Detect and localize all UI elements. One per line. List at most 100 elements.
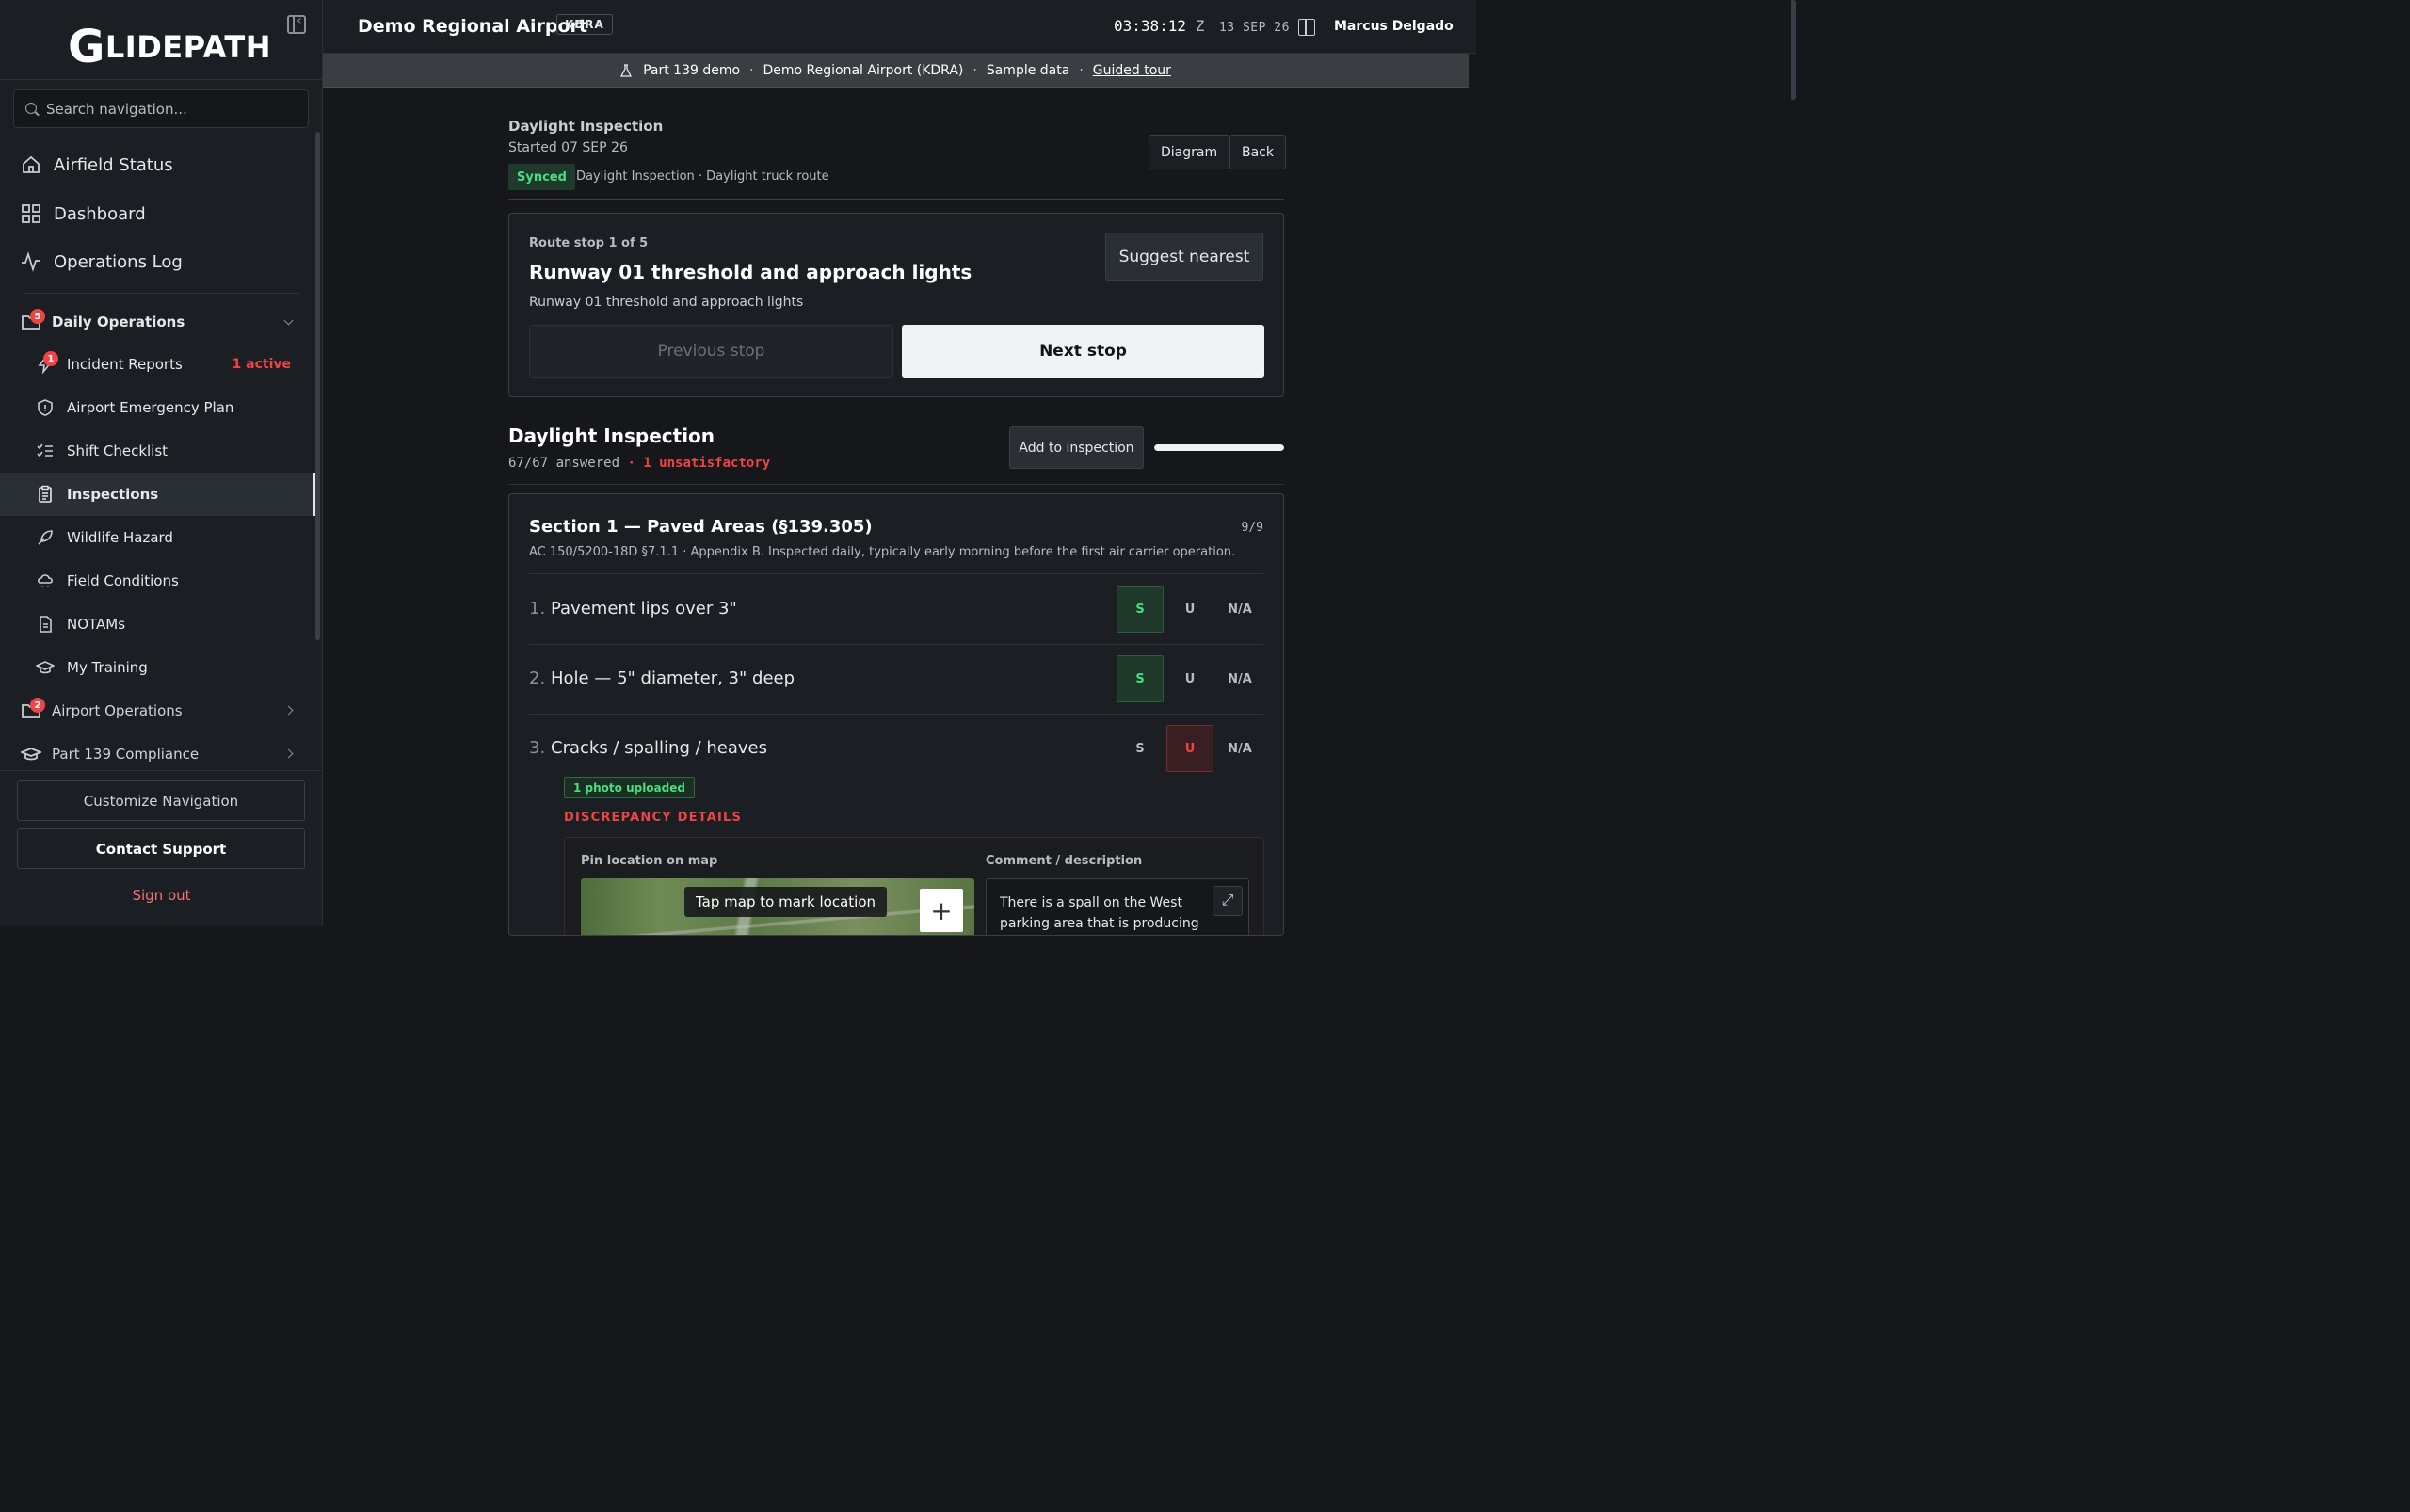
- panel-toggle-icon[interactable]: [1298, 19, 1315, 36]
- sidebar-item-field-conditions[interactable]: Field Conditions: [0, 559, 315, 603]
- route-stop-description: Runway 01 threshold and approach lights: [529, 295, 804, 310]
- main-content: Daylight Inspection Started 07 SEP 26 Sy…: [508, 88, 1286, 936]
- notification-badge: 1: [43, 351, 58, 366]
- collapse-sidebar-icon[interactable]: [287, 13, 306, 34]
- route-stop-card: Route stop 1 of 5 Runway 01 threshold an…: [508, 213, 1284, 397]
- checklist-item: 1. Pavement lips over 3" S U N/A: [529, 574, 1263, 644]
- checklist-stats: 67/67 answered · 1 unsatisfactory: [508, 456, 771, 471]
- utc-clock: 03:38:12 Z 13 SEP 26: [1114, 17, 1290, 35]
- answer-s-button[interactable]: S: [1117, 586, 1164, 633]
- clipboard-icon: [39, 485, 52, 503]
- glidepath-logo[interactable]: GLIDEPATH: [68, 21, 271, 73]
- nav-divider: [23, 293, 299, 294]
- checklist-title: Daylight Inspection: [508, 425, 715, 447]
- sidebar-item-label: My Training: [67, 659, 148, 676]
- notification-badge: 2: [30, 698, 45, 713]
- comment-textarea[interactable]: There is a spall on the West parking are…: [986, 878, 1249, 935]
- previous-stop-button[interactable]: Previous stop: [529, 325, 893, 378]
- sidebar-item-label: Incident Reports: [67, 356, 183, 373]
- back-button[interactable]: Back: [1229, 135, 1286, 169]
- user-name[interactable]: Marcus Delgado: [1334, 19, 1454, 34]
- sidebar-item-notams[interactable]: NOTAMs: [0, 603, 315, 646]
- nav-group-airport-operations[interactable]: 2 Airport Operations: [21, 694, 303, 728]
- nav-label: Dashboard: [54, 203, 146, 224]
- nav-group-part-139-compliance[interactable]: Part 139 Compliance: [21, 737, 303, 770]
- nav-dashboard[interactable]: Dashboard: [21, 195, 303, 233]
- clock-time: 03:38:12: [1114, 17, 1187, 35]
- guided-tour-link[interactable]: Guided tour: [1093, 63, 1171, 78]
- notification-badge: 5: [30, 309, 45, 324]
- answer-s-button[interactable]: S: [1117, 655, 1164, 702]
- customize-navigation-button[interactable]: Customize Navigation: [17, 780, 305, 821]
- route-stop-label: Route stop 1 of 5: [529, 236, 649, 250]
- answer-u-button[interactable]: U: [1166, 586, 1213, 633]
- document-icon: [40, 616, 52, 633]
- demo-banner: Part 139 demo · Demo Regional Airport (K…: [323, 54, 1469, 88]
- checklist-item: 3. Cracks / spalling / heaves S U N/A: [529, 714, 1263, 783]
- sidebar-item-label: Airport Emergency Plan: [67, 399, 234, 416]
- item-text: Pavement lips over 3": [551, 599, 737, 619]
- group-label: Airport Operations: [52, 702, 183, 719]
- expand-icon[interactable]: ⤢: [1213, 886, 1243, 916]
- comment-label: Comment / description: [986, 854, 1143, 868]
- item-text: Hole — 5" diameter, 3" deep: [551, 668, 795, 688]
- answer-na-button[interactable]: N/A: [1216, 655, 1263, 702]
- answer-na-button[interactable]: N/A: [1216, 725, 1263, 772]
- page-scrollbar[interactable]: [1791, 0, 1796, 100]
- clock-zone: Z: [1195, 17, 1205, 35]
- diagram-button[interactable]: Diagram: [1149, 135, 1230, 169]
- sidebar-item-label: Inspections: [67, 486, 159, 503]
- progress-fill: [1154, 444, 1284, 451]
- item-number: 1.: [529, 599, 546, 619]
- discrepancy-panel: Pin location on map Comment / descriptio…: [564, 837, 1264, 935]
- nav-operations-log[interactable]: Operations Log: [21, 243, 303, 281]
- airport-title: Demo Regional Airport: [358, 16, 587, 37]
- item-text: Cracks / spalling / heaves: [551, 738, 768, 758]
- nav-label: Airfield Status: [54, 154, 173, 175]
- answer-s-button[interactable]: S: [1117, 725, 1164, 772]
- map-zoom-in-button[interactable]: +: [920, 889, 963, 932]
- graduation-cap-icon: [21, 748, 41, 761]
- sidebar-item-wildlife-hazard[interactable]: Wildlife Hazard: [0, 516, 315, 559]
- route-stop-name: Runway 01 threshold and approach lights: [529, 261, 972, 283]
- answer-u-button[interactable]: U: [1166, 725, 1213, 772]
- shield-icon: [38, 399, 53, 416]
- nav-scroll-area: Airfield Status Dashboard Operations Log…: [0, 132, 323, 770]
- section-title: Section 1 — Paved Areas (§139.305): [529, 517, 873, 537]
- demo-mode: Part 139 demo: [643, 62, 741, 78]
- add-to-inspection-button[interactable]: Add to inspection: [1009, 426, 1144, 469]
- answered-count: 67/67 answered: [508, 456, 620, 471]
- photo-uploaded-badge[interactable]: 1 photo uploaded: [564, 777, 695, 798]
- sidebar-item-label: Wildlife Hazard: [67, 529, 173, 546]
- sidebar-item-incident-reports[interactable]: 1 Incident Reports 1 active: [0, 343, 315, 386]
- sign-out-link[interactable]: Sign out: [0, 887, 323, 904]
- sidebar-item-inspections[interactable]: Inspections: [0, 473, 315, 516]
- sidebar-item-airport-emergency-plan[interactable]: Airport Emergency Plan: [0, 386, 315, 429]
- search-box[interactable]: [13, 89, 309, 128]
- pin-location-label: Pin location on map: [581, 854, 718, 868]
- checklist-divider: [508, 484, 1284, 485]
- section-card: Section 1 — Paved Areas (§139.305) 9/9 A…: [508, 493, 1284, 936]
- sidebar-item-label: NOTAMs: [67, 616, 126, 633]
- sidebar-item-shift-checklist[interactable]: Shift Checklist: [0, 429, 315, 473]
- answer-na-button[interactable]: N/A: [1216, 586, 1263, 633]
- home-icon: [23, 155, 40, 173]
- answer-u-button[interactable]: U: [1166, 655, 1213, 702]
- demo-airport: Demo Regional Airport (KDRA): [763, 62, 964, 78]
- contact-support-button[interactable]: Contact Support: [17, 828, 305, 869]
- sidebar-scrollbar[interactable]: [315, 132, 320, 640]
- next-stop-button[interactable]: Next stop: [902, 325, 1264, 378]
- header-divider: [508, 199, 1284, 200]
- dashboard-icon: [22, 204, 40, 223]
- inspection-meta: Daylight Inspection · Daylight truck rou…: [576, 169, 829, 184]
- sidebar-item-my-training[interactable]: My Training: [0, 646, 315, 689]
- airport-code-badge: KDRA: [556, 14, 613, 35]
- item-number: 3.: [529, 738, 546, 758]
- flask-icon: [620, 63, 633, 77]
- activity-icon: [22, 251, 40, 272]
- location-map[interactable]: Tap map to mark location +: [581, 878, 974, 935]
- nav-airfield-status[interactable]: Airfield Status: [21, 146, 303, 184]
- search-input[interactable]: [46, 90, 300, 127]
- suggest-nearest-button[interactable]: Suggest nearest: [1105, 233, 1263, 281]
- nav-group-daily-operations[interactable]: 5 Daily Operations: [21, 305, 303, 339]
